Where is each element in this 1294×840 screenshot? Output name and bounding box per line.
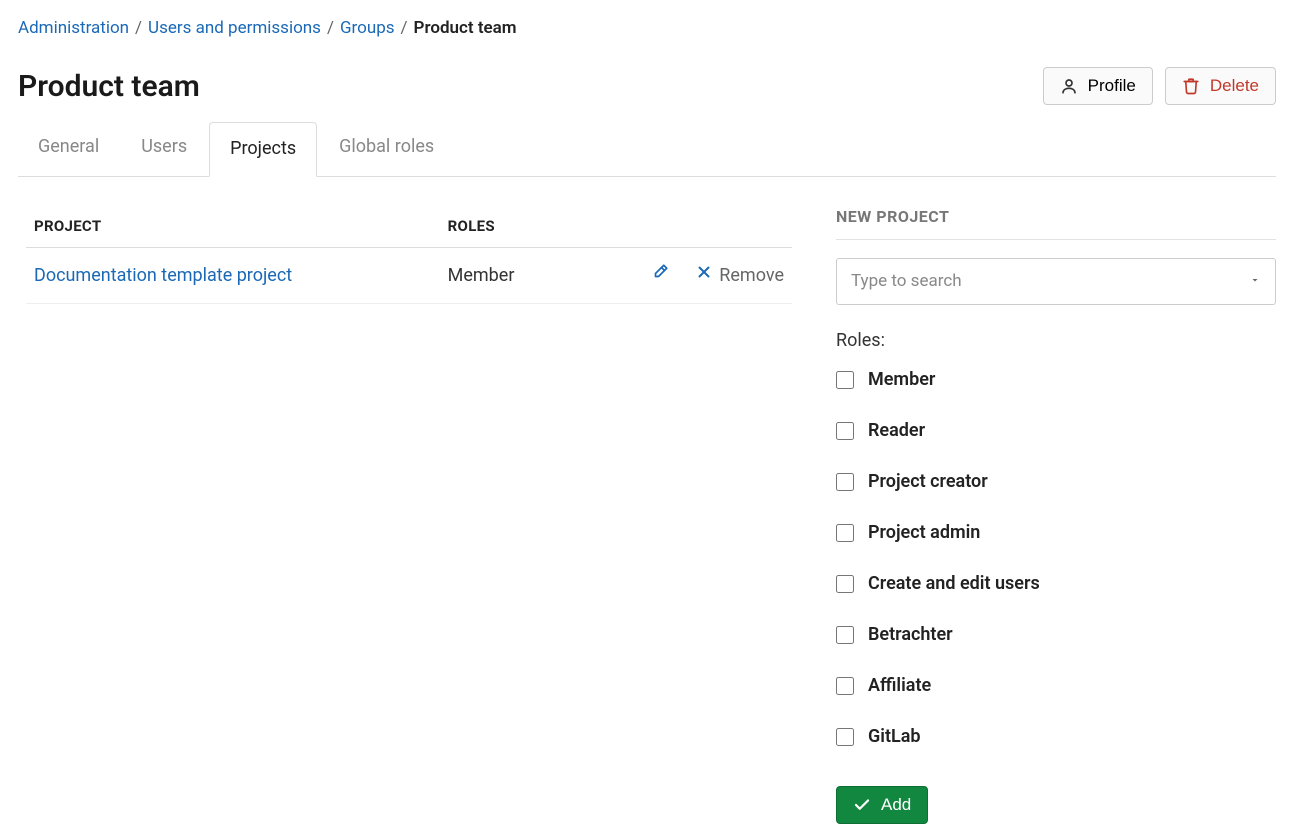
tab-general[interactable]: General bbox=[38, 121, 99, 176]
role-create-edit-users[interactable]: Create and edit users bbox=[836, 570, 1276, 597]
remove-row-label: Remove bbox=[719, 262, 784, 289]
new-project-panel: NEW PROJECT Type to search Roles: Member… bbox=[836, 205, 1276, 825]
check-icon bbox=[853, 796, 871, 814]
role-betrachter[interactable]: Betrachter bbox=[836, 621, 1276, 648]
edit-row-button[interactable] bbox=[651, 262, 669, 289]
role-gitlab-checkbox[interactable] bbox=[836, 728, 854, 746]
new-project-title: NEW PROJECT bbox=[836, 205, 1276, 240]
role-list: Member Reader Project creator Project ad… bbox=[836, 366, 1276, 750]
tabs: General Users Projects Global roles bbox=[18, 121, 1276, 177]
role-affiliate-checkbox[interactable] bbox=[836, 677, 854, 695]
projects-table-container: PROJECT ROLES Documentation template pro… bbox=[18, 205, 784, 825]
role-project-admin-label: Project admin bbox=[868, 519, 980, 546]
project-search-placeholder: Type to search bbox=[851, 269, 962, 295]
role-betrachter-checkbox[interactable] bbox=[836, 626, 854, 644]
tab-projects[interactable]: Projects bbox=[209, 122, 317, 177]
role-reader[interactable]: Reader bbox=[836, 417, 1276, 444]
page-header: Product team Profile Delete bbox=[18, 64, 1276, 109]
pencil-icon bbox=[651, 262, 669, 289]
breadcrumb: Administration / Users and permissions /… bbox=[18, 16, 1276, 42]
breadcrumb-current: Product team bbox=[414, 16, 517, 42]
role-project-creator-checkbox[interactable] bbox=[836, 473, 854, 491]
remove-row-button[interactable]: Remove bbox=[695, 262, 784, 289]
breadcrumb-users-permissions[interactable]: Users and permissions bbox=[148, 16, 321, 42]
project-link[interactable]: Documentation template project bbox=[34, 265, 292, 286]
role-gitlab-label: GitLab bbox=[868, 723, 921, 750]
trash-icon bbox=[1182, 77, 1200, 95]
breadcrumb-groups[interactable]: Groups bbox=[340, 16, 395, 42]
delete-button-label: Delete bbox=[1210, 76, 1259, 96]
role-project-admin[interactable]: Project admin bbox=[836, 519, 1276, 546]
role-affiliate[interactable]: Affiliate bbox=[836, 672, 1276, 699]
role-member-label: Member bbox=[868, 366, 935, 393]
profile-button-label: Profile bbox=[1088, 76, 1136, 96]
role-create-edit-users-label: Create and edit users bbox=[868, 570, 1040, 597]
breadcrumb-administration[interactable]: Administration bbox=[18, 16, 129, 42]
projects-table: PROJECT ROLES Documentation template pro… bbox=[26, 205, 792, 305]
role-member-checkbox[interactable] bbox=[836, 371, 854, 389]
col-header-project: PROJECT bbox=[26, 205, 440, 248]
profile-button[interactable]: Profile bbox=[1043, 67, 1153, 105]
role-affiliate-label: Affiliate bbox=[868, 672, 931, 699]
tab-global-roles[interactable]: Global roles bbox=[339, 121, 434, 176]
roles-label: Roles: bbox=[836, 327, 1276, 354]
breadcrumb-separator: / bbox=[401, 16, 408, 42]
add-button[interactable]: Add bbox=[836, 786, 928, 824]
project-roles-cell: Member bbox=[440, 248, 609, 304]
chevron-down-icon bbox=[1249, 269, 1261, 295]
page-title: Product team bbox=[18, 64, 200, 109]
main-content: PROJECT ROLES Documentation template pro… bbox=[18, 205, 1276, 825]
tab-users[interactable]: Users bbox=[141, 121, 187, 176]
role-project-admin-checkbox[interactable] bbox=[836, 524, 854, 542]
delete-button[interactable]: Delete bbox=[1165, 67, 1276, 105]
role-create-edit-users-checkbox[interactable] bbox=[836, 575, 854, 593]
role-betrachter-label: Betrachter bbox=[868, 621, 953, 648]
role-reader-checkbox[interactable] bbox=[836, 422, 854, 440]
role-reader-label: Reader bbox=[868, 417, 925, 444]
role-member[interactable]: Member bbox=[836, 366, 1276, 393]
user-icon bbox=[1060, 77, 1078, 95]
close-icon bbox=[695, 262, 713, 289]
role-gitlab[interactable]: GitLab bbox=[836, 723, 1276, 750]
add-button-label: Add bbox=[881, 795, 911, 815]
col-header-roles: ROLES bbox=[440, 205, 609, 248]
role-project-creator-label: Project creator bbox=[868, 468, 988, 495]
breadcrumb-separator: / bbox=[327, 16, 334, 42]
header-actions: Profile Delete bbox=[1043, 67, 1276, 105]
breadcrumb-separator: / bbox=[135, 16, 142, 42]
role-project-creator[interactable]: Project creator bbox=[836, 468, 1276, 495]
table-row: Documentation template project Member bbox=[26, 248, 792, 304]
project-search-combo[interactable]: Type to search bbox=[836, 258, 1276, 306]
